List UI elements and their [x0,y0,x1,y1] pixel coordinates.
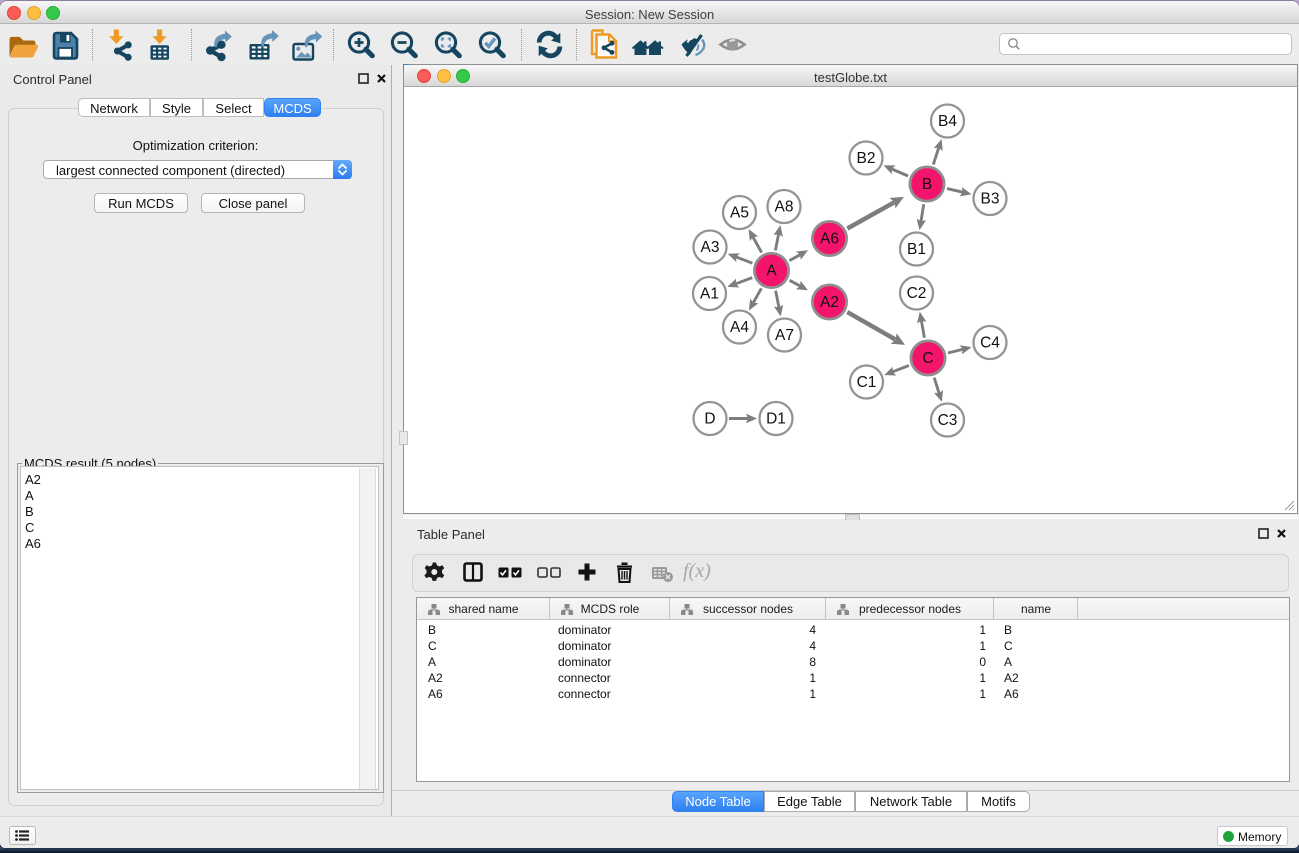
svg-text:B: B [922,176,932,193]
svg-text:A: A [766,263,777,280]
svg-text:A1: A1 [700,286,719,303]
svg-text:A3: A3 [701,239,720,256]
svg-text:C1: C1 [857,374,877,391]
svg-text:A2: A2 [820,294,839,311]
svg-text:C2: C2 [907,285,927,302]
svg-text:A8: A8 [775,199,794,216]
svg-text:A6: A6 [820,231,839,248]
svg-text:A7: A7 [775,327,794,344]
svg-text:C3: C3 [938,412,958,429]
svg-text:B2: B2 [857,150,876,167]
svg-text:D1: D1 [766,411,786,428]
svg-text:A4: A4 [730,319,749,336]
svg-text:B4: B4 [938,113,957,130]
svg-text:D: D [704,411,715,428]
svg-text:C4: C4 [980,335,1000,352]
svg-text:C: C [922,350,933,367]
svg-text:B3: B3 [981,191,1000,208]
svg-text:A5: A5 [730,205,749,222]
svg-text:B1: B1 [907,241,926,258]
